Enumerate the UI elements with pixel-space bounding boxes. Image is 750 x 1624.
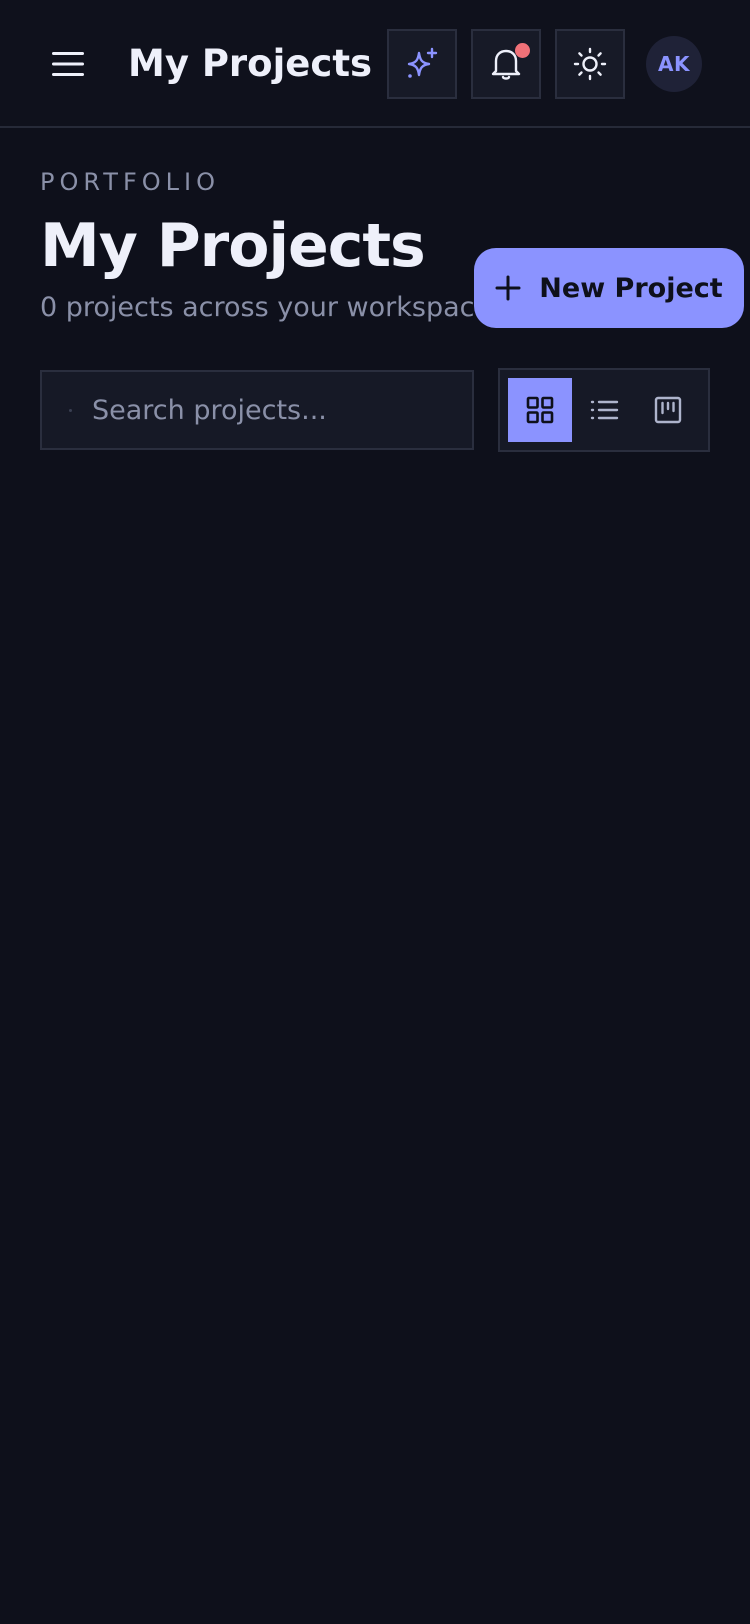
list-icon <box>590 400 619 420</box>
project-count-subtitle: 0 projects across your workspace <box>40 292 492 323</box>
search-icon <box>69 409 72 412</box>
grid-view-button[interactable] <box>508 378 572 442</box>
ai-assistant-button[interactable] <box>387 29 457 99</box>
notification-badge <box>515 43 530 58</box>
new-project-label: New Project <box>539 272 723 304</box>
search-box <box>40 370 474 450</box>
search-input[interactable] <box>92 372 462 448</box>
hamburger-menu-icon <box>52 52 84 76</box>
page-title: My Projects <box>40 211 426 281</box>
menu-button[interactable] <box>44 40 92 88</box>
app-root: My Projects AK PORTFOLIO My Projects 0 p… <box>0 0 750 1624</box>
new-project-button[interactable]: New Project <box>474 248 744 328</box>
sun-icon <box>573 47 607 81</box>
app-title: My Projects <box>128 42 373 85</box>
plus-icon <box>495 275 521 301</box>
top-bar: My Projects AK <box>0 0 750 128</box>
sparkles-icon <box>407 47 438 78</box>
user-avatar[interactable]: AK <box>646 36 702 92</box>
view-switcher <box>498 368 710 452</box>
list-view-button[interactable] <box>572 378 636 442</box>
kanban-icon <box>654 396 682 424</box>
theme-toggle-button[interactable] <box>555 29 625 99</box>
board-view-button[interactable] <box>636 378 700 442</box>
section-eyebrow: PORTFOLIO <box>40 168 220 196</box>
notifications-button[interactable] <box>471 29 541 99</box>
grid-icon <box>526 396 554 424</box>
